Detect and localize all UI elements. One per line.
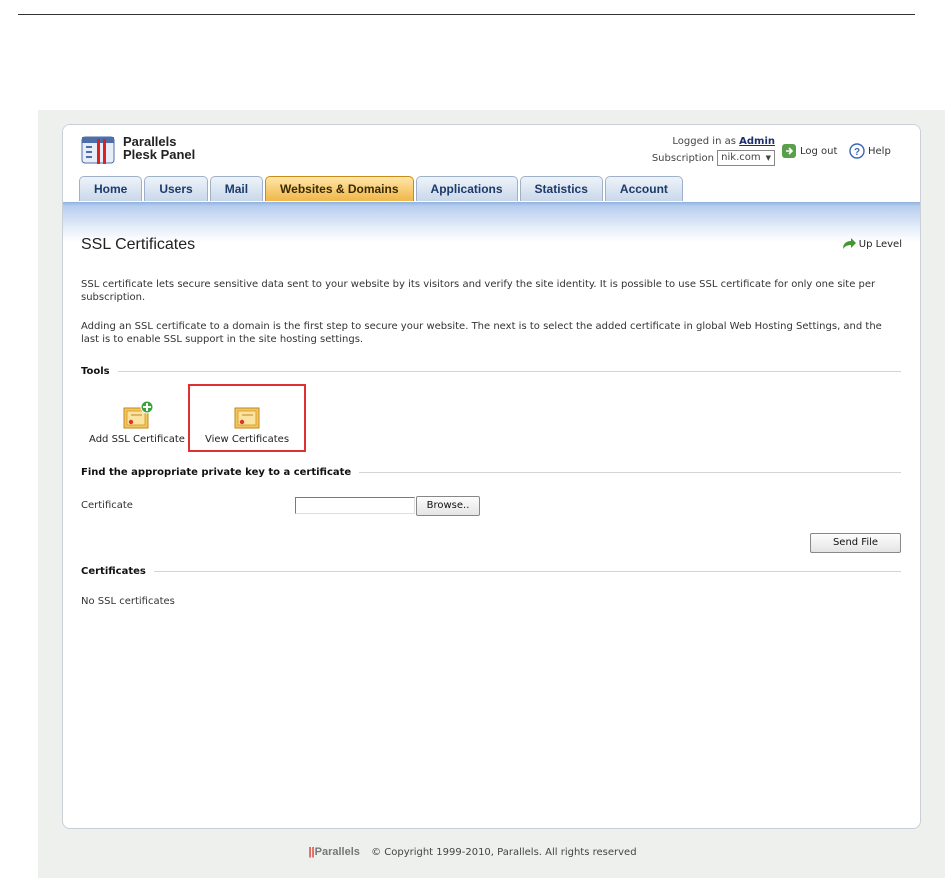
subscription-value: nik.com [721, 152, 761, 163]
section-divider [359, 471, 901, 473]
logout-link[interactable]: Log out [781, 143, 837, 159]
up-level-link[interactable]: Up Level [842, 238, 902, 250]
empty-certificates-message: No SSL certificates [81, 596, 175, 607]
page-title: SSL Certificates [81, 236, 196, 253]
help-link[interactable]: ? Help [849, 143, 891, 159]
footer: ||Parallels © Copyright 1999-2010, Paral… [0, 846, 945, 858]
plesk-panel: Parallels Plesk Panel Logged in as Admin… [62, 124, 921, 829]
add-ssl-certificate-button[interactable]: Add SSL Certificate [81, 400, 193, 445]
tab-account[interactable]: Account [604, 176, 683, 201]
send-file-button[interactable]: Send File [810, 533, 901, 553]
svg-text:?: ? [854, 147, 860, 158]
logged-in-label: Logged in as [672, 136, 736, 147]
tab-home[interactable]: Home [79, 176, 143, 201]
main-tabs: Home Users Mail Websites & Domains Appli… [79, 176, 683, 202]
add-certificate-icon [123, 400, 154, 429]
up-level-label: Up Level [858, 238, 902, 250]
tools-heading: Tools [81, 365, 110, 377]
subscription-select[interactable]: nik.com ▼ [717, 150, 775, 166]
subscription-line: Subscription nik.com ▼ [652, 150, 775, 167]
section-divider [153, 570, 901, 572]
tab-mail[interactable]: Mail [209, 176, 264, 201]
logout-label: Log out [800, 145, 838, 157]
parallels-logo: ||Parallels [308, 846, 359, 858]
brand-line2: Plesk Panel [123, 147, 196, 162]
brand-name: Parallels Plesk Panel [123, 135, 195, 161]
selection-highlight [188, 384, 306, 452]
tools-section-header: Tools [81, 364, 901, 378]
certificate-file-input[interactable] [295, 497, 415, 514]
certificates-section-header: Certificates [81, 564, 901, 578]
find-key-section-header: Find the appropriate private key to a ce… [81, 465, 901, 479]
footer-logo-text: Parallels [314, 846, 360, 858]
up-level-icon [842, 238, 856, 249]
login-line: Logged in as Admin [652, 134, 775, 150]
add-ssl-label: Add SSL Certificate [89, 434, 185, 445]
chevron-down-icon: ▼ [765, 154, 771, 162]
header: Parallels Plesk Panel Logged in as Admin… [63, 125, 920, 211]
tab-applications[interactable]: Applications [415, 176, 518, 201]
section-divider [117, 370, 901, 372]
top-divider [18, 14, 915, 15]
certificates-heading: Certificates [81, 565, 146, 577]
certificate-field-label: Certificate [81, 500, 133, 511]
tab-statistics[interactable]: Statistics [519, 176, 603, 201]
description-2: Adding an SSL certificate to a domain is… [81, 321, 882, 345]
find-key-heading: Find the appropriate private key to a ce… [81, 466, 352, 478]
user-info: Logged in as Admin Subscription nik.com ▼ [652, 134, 775, 167]
browse-button[interactable]: Browse.. [416, 496, 480, 516]
logout-icon [782, 144, 796, 158]
tab-websites-domains[interactable]: Websites & Domains [265, 176, 414, 201]
username-link[interactable]: Admin [739, 136, 775, 147]
copyright-text: © Copyright 1999-2010, Parallels. All ri… [371, 847, 637, 858]
tab-users[interactable]: Users [144, 176, 208, 201]
plesk-logo-icon [81, 136, 115, 164]
help-label: Help [868, 145, 891, 157]
description-1: SSL certificate lets secure sensitive da… [81, 279, 876, 303]
help-icon: ? [849, 143, 865, 159]
subscription-label: Subscription [651, 153, 714, 164]
